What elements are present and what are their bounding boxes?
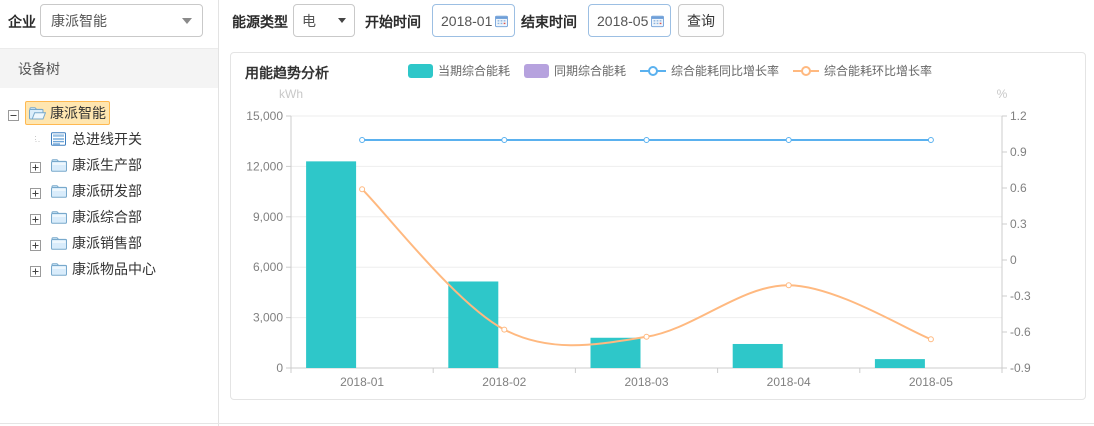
enterprise-label: 企业	[8, 12, 36, 32]
folder-icon	[51, 158, 68, 172]
enterprise-dropdown-value: 康派智能	[51, 11, 107, 31]
right-axis-tick-label: 1.2	[1010, 109, 1027, 123]
tree-connector	[30, 134, 41, 145]
folder-icon	[51, 262, 68, 276]
bar[interactable]	[306, 161, 356, 368]
energy-analysis-page: 企业 康派智能 能源类型 电 开始时间 结束时间 查询 设备树 康派智能总进线开	[0, 0, 1094, 426]
expand-plus-icon[interactable]	[30, 186, 41, 197]
page-bottom-border	[0, 423, 1094, 424]
tree-node[interactable]: 康派智能	[25, 101, 110, 125]
expand-plus-icon[interactable]	[30, 264, 41, 275]
line-marker[interactable]	[360, 187, 365, 192]
trend-chart: 0 3,000 6,000 9,000 12,000 15,000 -0.9 -0.6 -0.3…	[231, 53, 1085, 399]
line-marker[interactable]	[502, 138, 507, 143]
x-axis-label: 2018-04	[767, 375, 811, 389]
energy-type-select[interactable]: 电	[293, 4, 355, 37]
tree-row: 康派物品中心	[0, 256, 218, 282]
caret-down-icon	[338, 18, 346, 23]
line-marker[interactable]	[928, 337, 933, 342]
expand-minus-icon[interactable]	[8, 108, 19, 119]
enterprise-dropdown[interactable]: 康派智能	[40, 4, 203, 37]
line-marker[interactable]	[786, 138, 791, 143]
end-time-picker[interactable]	[588, 4, 671, 37]
tree-row: 康派综合部	[0, 204, 218, 230]
tree-row: 康派销售部	[0, 230, 218, 256]
tree-node[interactable]: 康派综合部	[47, 205, 146, 229]
start-time-picker[interactable]	[432, 4, 515, 37]
start-time-input[interactable]	[441, 13, 495, 29]
calendar-icon[interactable]	[495, 14, 508, 28]
folder-icon	[51, 184, 68, 198]
start-time-label: 开始时间	[365, 12, 421, 32]
right-axis-tick-label: 0.6	[1010, 181, 1027, 195]
device-tree-title: 设备树	[18, 59, 60, 79]
x-axis-label: 2018-02	[482, 375, 526, 389]
tree-row: 总进线开关	[0, 126, 218, 152]
left-axis-tick-label: 15,000	[246, 109, 283, 123]
bar[interactable]	[875, 359, 925, 368]
tree-node-label: 康派销售部	[72, 233, 142, 253]
chart-panel: 用能趋势分析 当期综合能耗同期综合能耗综合能耗同比增长率综合能耗环比增长率 03…	[230, 52, 1086, 400]
tree-node-label: 康派研发部	[72, 181, 142, 201]
energy-type-value: 电	[302, 11, 316, 31]
right-axis-tick-label: 0.3	[1010, 217, 1027, 231]
end-time-label: 结束时间	[521, 12, 577, 32]
expand-plus-icon[interactable]	[30, 160, 41, 171]
right-axis-tick-label: -0.3	[1010, 289, 1031, 303]
query-button[interactable]: 查询	[678, 4, 724, 37]
caret-down-icon	[182, 18, 192, 24]
folder-icon	[51, 210, 68, 224]
end-time-input[interactable]	[597, 13, 651, 29]
left-axis-name: kWh	[279, 87, 303, 101]
left-axis-tick-label: 0	[276, 361, 283, 375]
tree-node-label: 总进线开关	[72, 129, 142, 149]
bar[interactable]	[448, 281, 498, 368]
line-marker[interactable]	[644, 334, 649, 339]
bar[interactable]	[733, 344, 783, 368]
tree-node[interactable]: 总进线开关	[47, 127, 146, 151]
tree-node-label: 康派智能	[50, 103, 106, 123]
device-tree: 康派智能总进线开关康派生产部康派研发部康派综合部康派销售部康派物品中心	[0, 100, 218, 282]
x-axis-label: 2018-05	[909, 375, 953, 389]
tree-node[interactable]: 康派销售部	[47, 231, 146, 255]
calendar-icon[interactable]	[651, 14, 664, 28]
left-axis-tick-label: 9,000	[253, 210, 283, 224]
tree-row: 康派智能	[0, 100, 218, 126]
tree-node-label: 康派物品中心	[72, 259, 156, 279]
tree-node[interactable]: 康派生产部	[47, 153, 146, 177]
right-axis-name: %	[997, 87, 1008, 101]
right-axis-tick-label: 0.9	[1010, 145, 1027, 159]
tree-node[interactable]: 康派物品中心	[47, 257, 160, 281]
tree-node[interactable]: 康派研发部	[47, 179, 146, 203]
tree-node-label: 康派综合部	[72, 207, 142, 227]
line-marker[interactable]	[644, 138, 649, 143]
right-axis-tick-label: -0.6	[1010, 325, 1031, 339]
meter-icon	[51, 132, 68, 146]
tree-row: 康派生产部	[0, 152, 218, 178]
tree-node-label: 康派生产部	[72, 155, 142, 175]
line-marker[interactable]	[786, 283, 791, 288]
folder-open-icon	[29, 106, 46, 120]
line-marker[interactable]	[928, 138, 933, 143]
right-axis-tick-label: 0	[1010, 253, 1017, 267]
x-axis-label: 2018-03	[624, 375, 668, 389]
expand-plus-icon[interactable]	[30, 212, 41, 223]
folder-icon	[51, 236, 68, 250]
expand-plus-icon[interactable]	[30, 238, 41, 249]
device-tree-header: 设备树	[0, 48, 218, 88]
line-marker[interactable]	[502, 327, 507, 332]
x-axis-label: 2018-01	[340, 375, 384, 389]
line-marker[interactable]	[360, 138, 365, 143]
right-axis-tick-label: -0.9	[1010, 361, 1031, 375]
left-axis-tick-label: 12,000	[246, 159, 283, 173]
left-axis-tick-label: 6,000	[253, 260, 283, 274]
sidebar-divider	[218, 0, 219, 426]
tree-row: 康派研发部	[0, 178, 218, 204]
energy-type-label: 能源类型	[232, 12, 288, 32]
left-axis-tick-label: 3,000	[253, 311, 283, 325]
